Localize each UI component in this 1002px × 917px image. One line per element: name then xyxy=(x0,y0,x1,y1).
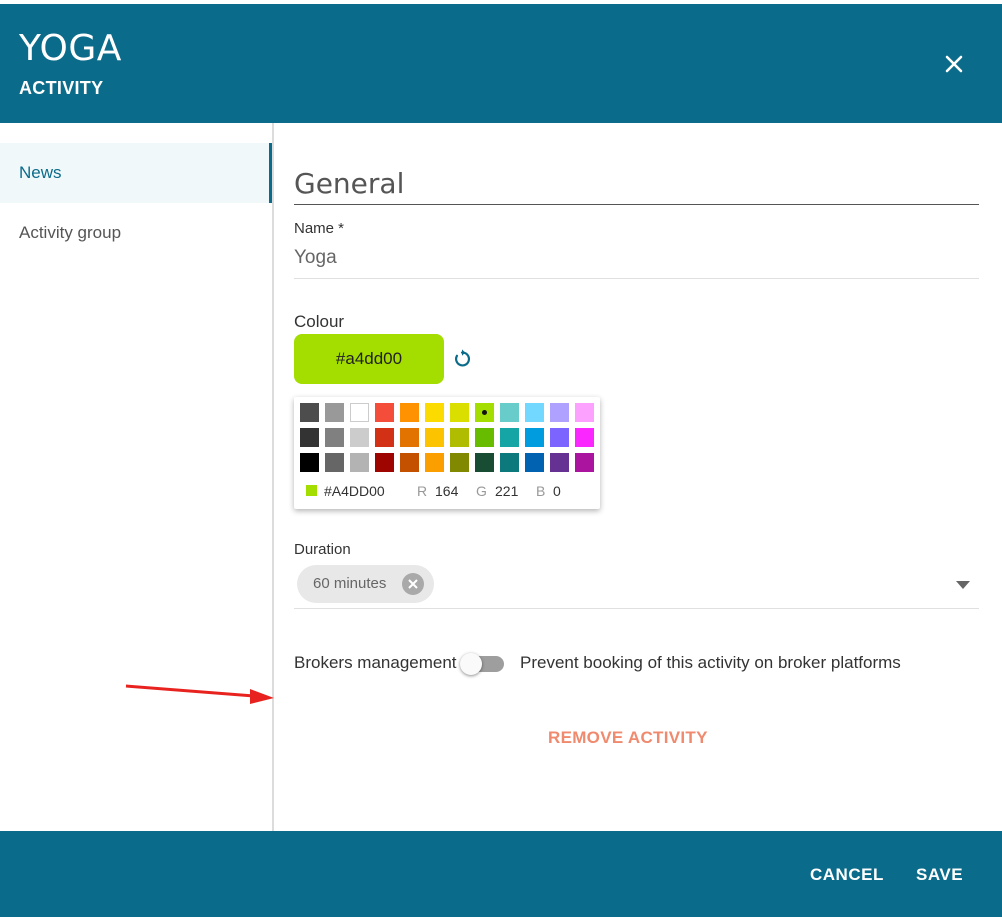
colour-swatch[interactable] xyxy=(475,453,494,472)
colour-swatch[interactable] xyxy=(400,403,419,422)
hex-value: #A4DD00 xyxy=(324,483,385,499)
duration-label: Duration xyxy=(294,541,351,558)
colour-swatch[interactable] xyxy=(575,453,594,472)
name-label: Name * xyxy=(294,220,345,237)
b-label: B xyxy=(536,483,546,499)
colour-palette: #A4DD00 R 164 G 221 B 0 xyxy=(294,397,600,509)
colour-swatch[interactable] xyxy=(575,403,594,422)
duration-chip-label: 60 minutes xyxy=(313,575,387,592)
colour-swatch[interactable] xyxy=(550,428,569,447)
colour-button[interactable]: #a4dd00 xyxy=(294,334,444,384)
duration-chip[interactable]: 60 minutes xyxy=(297,565,434,603)
brokers-management-label: Brokers management xyxy=(294,653,457,672)
colour-swatch[interactable] xyxy=(475,403,494,422)
name-field[interactable]: Yoga xyxy=(294,247,979,279)
colour-swatch[interactable] xyxy=(325,428,344,447)
dialog-header: YOGA ACTIVITY xyxy=(0,4,1002,123)
save-button[interactable]: SAVE xyxy=(916,865,963,885)
reset-icon[interactable] xyxy=(451,348,473,370)
colour-swatch[interactable] xyxy=(500,428,519,447)
toggle-knob xyxy=(460,653,482,675)
colour-swatch[interactable] xyxy=(525,428,544,447)
sidebar: News Activity group xyxy=(0,123,274,831)
g-value: 221 xyxy=(495,483,519,499)
brokers-toggle[interactable] xyxy=(460,653,508,675)
colour-swatch[interactable] xyxy=(575,428,594,447)
selected-marker-icon xyxy=(482,410,487,415)
colour-swatch[interactable] xyxy=(550,453,569,472)
colour-swatch[interactable] xyxy=(525,453,544,472)
colour-swatch[interactable] xyxy=(400,453,419,472)
colour-swatch[interactable] xyxy=(450,453,469,472)
colour-swatch[interactable] xyxy=(475,428,494,447)
colour-swatch[interactable] xyxy=(550,403,569,422)
colour-swatch[interactable] xyxy=(425,428,444,447)
colour-swatch[interactable] xyxy=(350,428,369,447)
cancel-button[interactable]: CANCEL xyxy=(810,865,884,885)
remove-activity-button[interactable]: REMOVE ACTIVITY xyxy=(548,728,708,748)
annotation-arrow-icon xyxy=(125,684,274,704)
main-form: General Name * Yoga Colour #a4dd00 #A4DD… xyxy=(276,123,1002,831)
section-title: General xyxy=(294,167,979,205)
dialog-subtitle: ACTIVITY xyxy=(19,78,104,98)
colour-swatch[interactable] xyxy=(300,453,319,472)
colour-swatch[interactable] xyxy=(450,428,469,447)
selected-colour-chip xyxy=(306,485,317,496)
dropdown-arrow-icon[interactable] xyxy=(956,581,970,589)
colour-swatch[interactable] xyxy=(300,428,319,447)
colour-swatch[interactable] xyxy=(375,428,394,447)
g-label: G xyxy=(476,483,487,499)
brokers-description: Prevent booking of this activity on brok… xyxy=(520,653,901,672)
colour-swatch[interactable] xyxy=(425,453,444,472)
colour-swatch[interactable] xyxy=(500,453,519,472)
colour-swatch[interactable] xyxy=(400,428,419,447)
r-label: R xyxy=(417,483,428,499)
r-value: 164 xyxy=(435,483,459,499)
colour-swatch[interactable] xyxy=(425,403,444,422)
colour-swatch[interactable] xyxy=(300,403,319,422)
colour-swatch[interactable] xyxy=(350,403,369,422)
dialog-footer: CANCEL SAVE xyxy=(0,831,1002,917)
colour-swatch[interactable] xyxy=(450,403,469,422)
clear-chip-icon[interactable] xyxy=(402,573,424,595)
colour-swatch[interactable] xyxy=(375,403,394,422)
close-icon[interactable] xyxy=(938,48,970,80)
colour-label: Colour xyxy=(294,312,345,331)
sidebar-item-news[interactable]: News xyxy=(0,143,272,203)
dialog-title: YOGA xyxy=(19,28,122,69)
b-value: 0 xyxy=(553,483,561,499)
sidebar-item-activity-group[interactable]: Activity group xyxy=(0,203,272,263)
colour-swatch[interactable] xyxy=(375,453,394,472)
colour-swatch[interactable] xyxy=(350,453,369,472)
colour-swatch[interactable] xyxy=(325,403,344,422)
colour-swatch[interactable] xyxy=(500,403,519,422)
colour-swatch[interactable] xyxy=(525,403,544,422)
colour-swatch[interactable] xyxy=(325,453,344,472)
duration-select[interactable]: 60 minutes xyxy=(294,563,979,609)
